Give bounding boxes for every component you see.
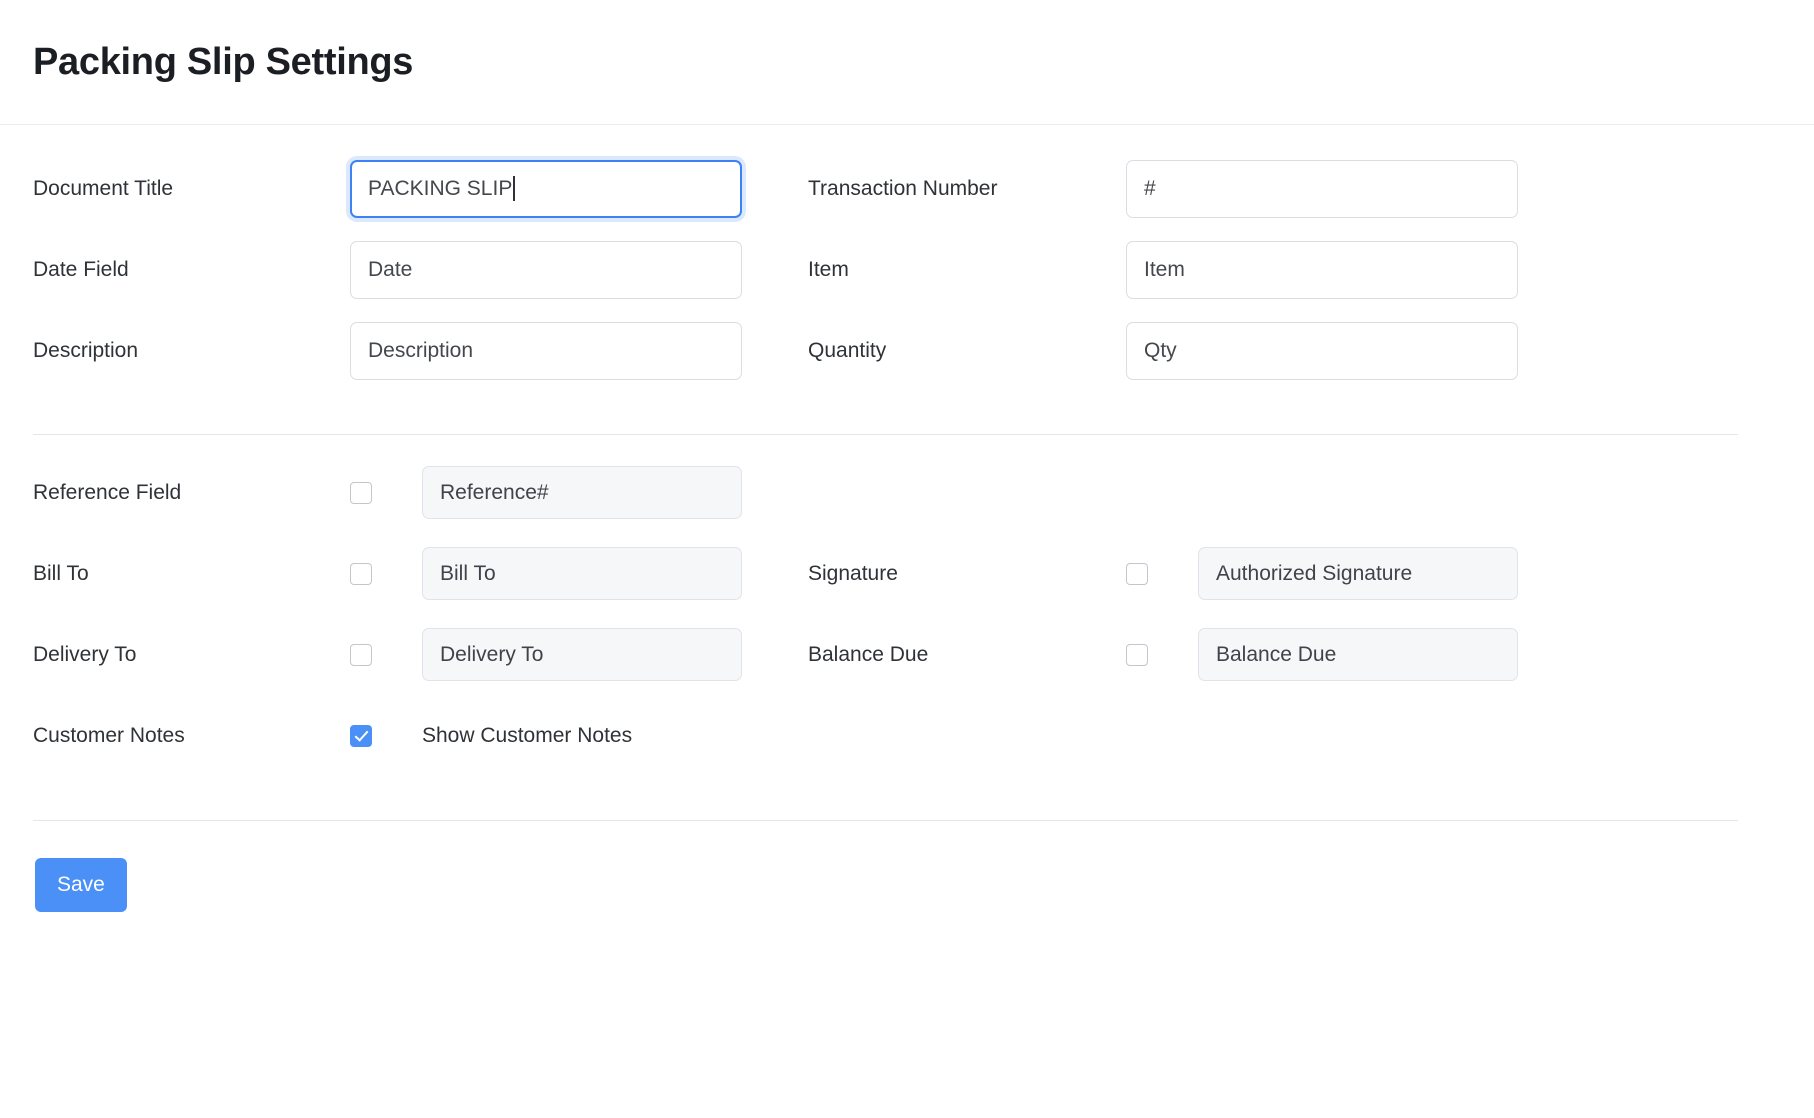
label-signature: Signature bbox=[808, 561, 1126, 586]
label-balance-due: Balance Due bbox=[808, 642, 1126, 667]
toggle-row-delivery-to: Delivery To Delivery To Balance Due Bala… bbox=[33, 614, 1738, 695]
toggle-row-reference-field: Reference Field Reference# bbox=[33, 452, 1738, 533]
input-transaction-number[interactable]: # bbox=[1126, 160, 1518, 218]
input-transaction-number-value: # bbox=[1144, 177, 1156, 201]
checkbox-customer-notes[interactable] bbox=[350, 725, 372, 747]
checkbox-cell-signature bbox=[1126, 563, 1198, 585]
checkbox-cell-reference-field bbox=[350, 482, 422, 504]
input-item[interactable]: Item bbox=[1126, 241, 1518, 299]
label-bill-to: Bill To bbox=[33, 561, 350, 586]
input-balance-due-value: Balance Due bbox=[1216, 643, 1336, 667]
toggle-row-bill-to: Bill To Bill To Signature Authorized Sig… bbox=[33, 533, 1738, 614]
input-document-title[interactable]: PACKING SLIP bbox=[350, 160, 742, 218]
input-date-field-value: Date bbox=[368, 258, 412, 282]
label-reference-field: Reference Field bbox=[33, 480, 350, 505]
input-quantity-value: Qty bbox=[1144, 339, 1177, 363]
input-bill-to[interactable]: Bill To bbox=[422, 547, 742, 600]
input-delivery-to[interactable]: Delivery To bbox=[422, 628, 742, 681]
toggle-fields-section: Reference Field Reference# Bill To Bill … bbox=[0, 435, 1814, 776]
checkbox-cell-delivery-to bbox=[350, 644, 422, 666]
checkbox-cell-customer-notes bbox=[350, 725, 422, 747]
field-row-date-field: Date Field Date Item Item bbox=[33, 229, 1738, 310]
checkbox-reference-field[interactable] bbox=[350, 482, 372, 504]
field-row-description: Description Description Quantity Qty bbox=[33, 310, 1738, 391]
input-signature[interactable]: Authorized Signature bbox=[1198, 547, 1518, 600]
checkbox-signature[interactable] bbox=[1126, 563, 1148, 585]
toggle-row-customer-notes: Customer Notes Show Customer Notes bbox=[33, 695, 1738, 776]
input-item-value: Item bbox=[1144, 258, 1185, 282]
input-description[interactable]: Description bbox=[350, 322, 742, 380]
label-item: Item bbox=[808, 257, 1126, 282]
input-document-title-value: PACKING SLIP bbox=[368, 177, 512, 201]
input-signature-value: Authorized Signature bbox=[1216, 562, 1412, 586]
input-reference-field-value: Reference# bbox=[440, 481, 549, 505]
input-quantity[interactable]: Qty bbox=[1126, 322, 1518, 380]
input-reference-field[interactable]: Reference# bbox=[422, 466, 742, 519]
checkbox-delivery-to[interactable] bbox=[350, 644, 372, 666]
label-customer-notes: Customer Notes bbox=[33, 723, 350, 748]
save-button[interactable]: Save bbox=[35, 858, 127, 912]
label-description: Description bbox=[33, 338, 350, 363]
input-bill-to-value: Bill To bbox=[440, 562, 496, 586]
checkbox-bill-to[interactable] bbox=[350, 563, 372, 585]
field-row-document-title: Document Title PACKING SLIP Transaction … bbox=[33, 148, 1738, 229]
page-header: Packing Slip Settings bbox=[0, 0, 1814, 125]
input-delivery-to-value: Delivery To bbox=[440, 643, 543, 667]
label-quantity: Quantity bbox=[808, 338, 1126, 363]
input-date-field[interactable]: Date bbox=[350, 241, 742, 299]
page-title: Packing Slip Settings bbox=[33, 43, 413, 81]
text-caret bbox=[513, 176, 515, 201]
label-show-customer-notes: Show Customer Notes bbox=[422, 724, 742, 748]
input-description-value: Description bbox=[368, 339, 473, 363]
label-delivery-to: Delivery To bbox=[33, 642, 350, 667]
checkbox-balance-due[interactable] bbox=[1126, 644, 1148, 666]
label-document-title: Document Title bbox=[33, 176, 350, 201]
input-balance-due[interactable]: Balance Due bbox=[1198, 628, 1518, 681]
packing-slip-settings-page: Packing Slip Settings Document Title PAC… bbox=[0, 0, 1814, 1118]
checkbox-cell-bill-to bbox=[350, 563, 422, 585]
label-date-field: Date Field bbox=[33, 257, 350, 282]
checkbox-cell-balance-due bbox=[1126, 644, 1198, 666]
basic-fields-section: Document Title PACKING SLIP Transaction … bbox=[0, 125, 1814, 391]
footer-actions: Save bbox=[0, 821, 1814, 912]
label-transaction-number: Transaction Number bbox=[808, 176, 1126, 201]
